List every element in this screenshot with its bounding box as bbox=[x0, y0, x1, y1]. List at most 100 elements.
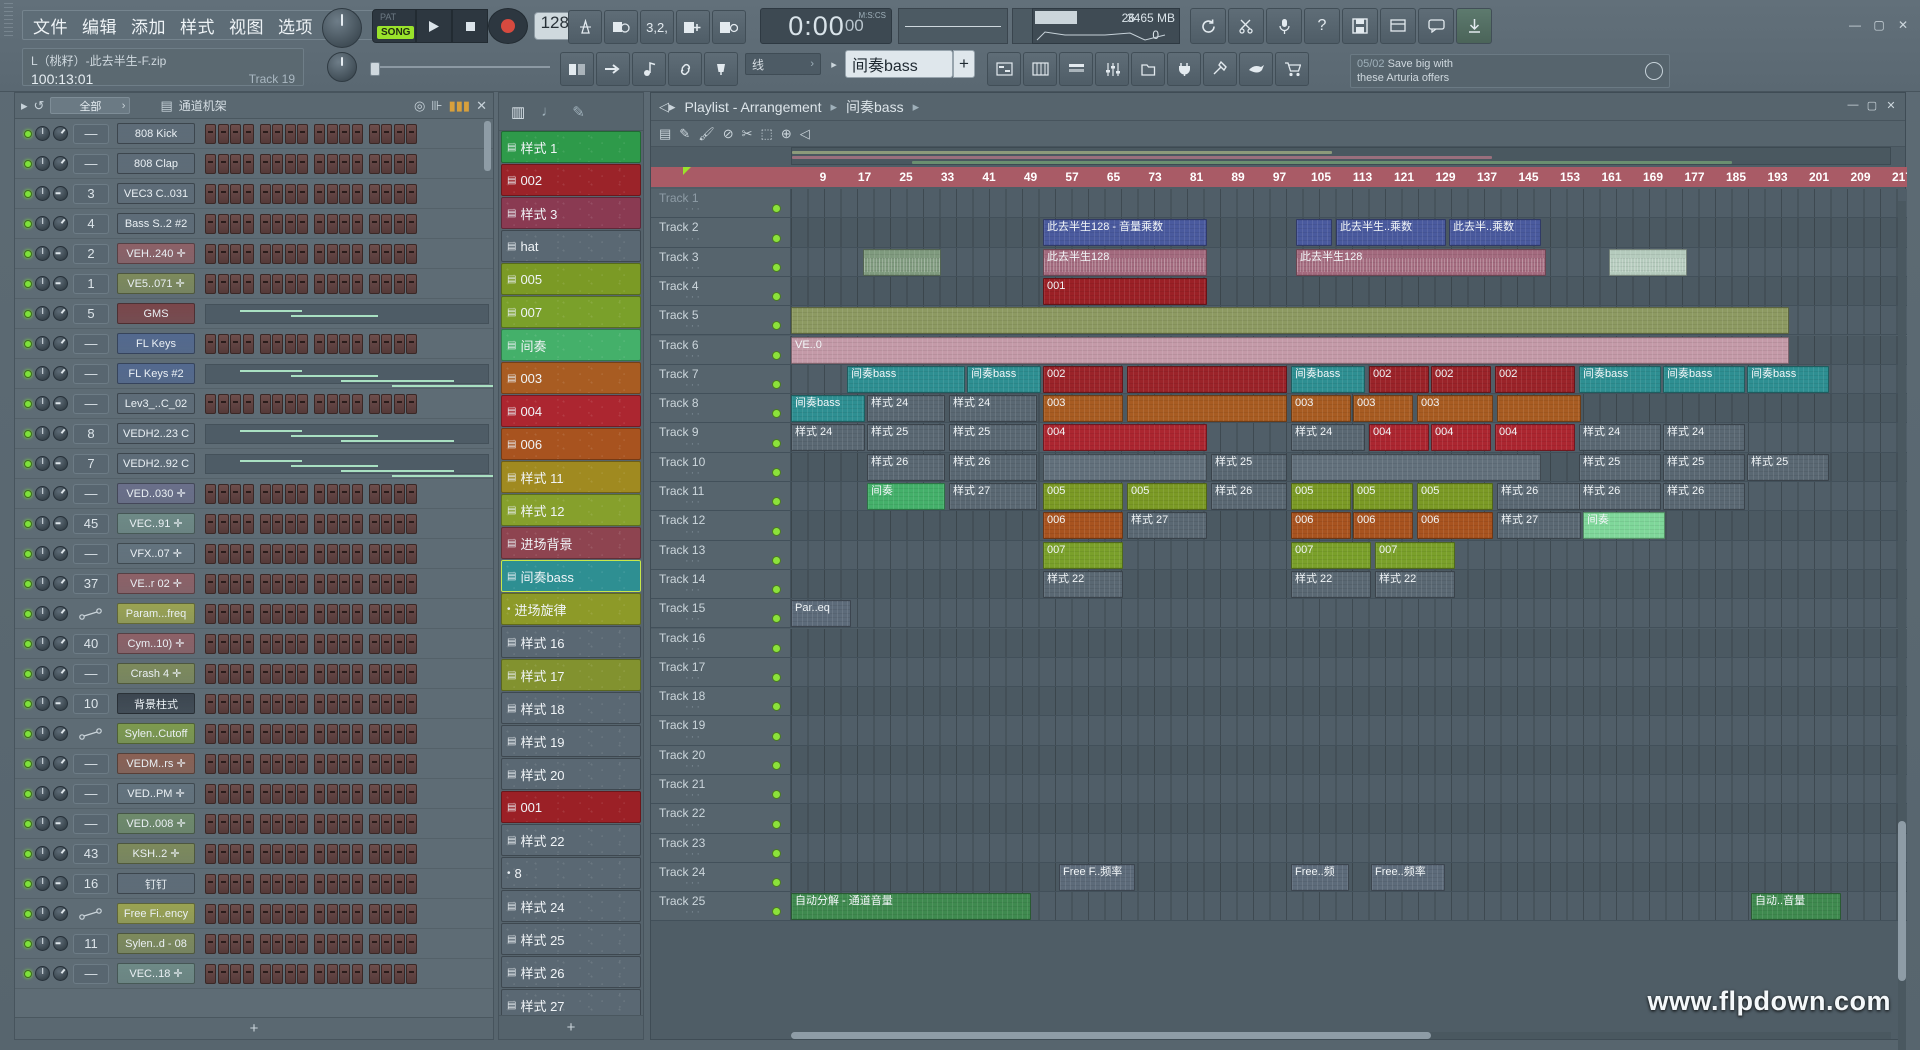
playlist-clip[interactable]: 004 bbox=[1431, 424, 1491, 452]
step-button[interactable] bbox=[339, 843, 350, 864]
step-button[interactable] bbox=[284, 153, 296, 174]
step-button[interactable] bbox=[314, 663, 325, 684]
channel-step-area[interactable] bbox=[205, 542, 489, 566]
step-button[interactable] bbox=[217, 633, 229, 654]
playlist-clip[interactable]: 006 bbox=[1043, 512, 1123, 540]
step-button[interactable] bbox=[284, 273, 296, 294]
channel-rack-window-button[interactable] bbox=[1059, 52, 1093, 86]
step-button[interactable] bbox=[351, 573, 363, 594]
step-button[interactable] bbox=[339, 543, 350, 564]
step-button[interactable] bbox=[205, 183, 216, 204]
step-button[interactable] bbox=[242, 573, 254, 594]
step-button[interactable] bbox=[297, 783, 308, 804]
step-button[interactable] bbox=[339, 753, 350, 774]
playlist-clip[interactable]: Free..频 bbox=[1291, 863, 1349, 891]
step-button[interactable] bbox=[230, 513, 241, 534]
step-button[interactable] bbox=[217, 873, 229, 894]
track-header[interactable]: Track 24 ··· bbox=[651, 862, 791, 892]
step-button[interactable] bbox=[297, 873, 308, 894]
step-button[interactable] bbox=[242, 963, 254, 984]
step-button[interactable] bbox=[314, 183, 325, 204]
playlist-clip[interactable]: 样式 24 bbox=[867, 395, 945, 423]
step-button[interactable] bbox=[314, 573, 325, 594]
step-button[interactable] bbox=[326, 753, 338, 774]
channel-mixer-slot[interactable]: 7 bbox=[73, 453, 109, 474]
menu-item-3[interactable]: 样式 bbox=[180, 13, 215, 38]
channel-row[interactable]: — VEC..18 ✛ bbox=[15, 959, 493, 989]
channel-volume-knob[interactable] bbox=[53, 516, 68, 531]
piano-roll-button[interactable] bbox=[560, 52, 594, 86]
track-enable-led[interactable] bbox=[772, 819, 781, 829]
track-enable-led[interactable] bbox=[772, 321, 781, 331]
step-button[interactable] bbox=[259, 933, 271, 954]
playlist-clip[interactable] bbox=[1291, 453, 1541, 481]
pl-select-icon[interactable]: ⬚ bbox=[761, 126, 773, 142]
step-button[interactable] bbox=[230, 873, 241, 894]
step-button[interactable] bbox=[205, 693, 216, 714]
channel-pan-knob[interactable] bbox=[35, 306, 50, 321]
channel-step-area[interactable] bbox=[205, 602, 489, 626]
step-button[interactable] bbox=[272, 873, 283, 894]
step-button[interactable] bbox=[393, 603, 405, 624]
step-button[interactable] bbox=[272, 513, 283, 534]
step-button[interactable] bbox=[406, 183, 417, 204]
step-button[interactable] bbox=[259, 693, 271, 714]
pl-menu-icon[interactable]: ▤ bbox=[659, 126, 671, 142]
step-button[interactable] bbox=[326, 543, 338, 564]
playlist-clip[interactable]: 005 bbox=[1417, 483, 1493, 510]
track-clip-area[interactable] bbox=[791, 745, 1907, 774]
pattern-item[interactable]: ▤ 004 bbox=[501, 395, 641, 427]
playlist-clip[interactable]: VE..0 bbox=[791, 336, 1789, 364]
channel-volume-knob[interactable] bbox=[53, 336, 68, 351]
step-button[interactable] bbox=[406, 603, 417, 624]
step-button[interactable] bbox=[351, 393, 363, 414]
channel-step-area[interactable] bbox=[205, 452, 493, 477]
pattern-item[interactable]: ▤ 样式 27 bbox=[501, 989, 641, 1015]
playlist-clip[interactable]: 此去半生..乘数 bbox=[1336, 219, 1446, 247]
step-button[interactable] bbox=[297, 543, 308, 564]
step-button[interactable] bbox=[368, 273, 380, 294]
step-button[interactable] bbox=[259, 573, 271, 594]
channel-enable-led[interactable] bbox=[24, 909, 32, 918]
current-pattern-field[interactable]: 间奏bass bbox=[845, 50, 953, 78]
pattern-item[interactable]: ▤ 003 bbox=[501, 362, 641, 394]
step-button[interactable] bbox=[326, 183, 338, 204]
channel-pan-knob[interactable] bbox=[35, 456, 50, 471]
track-header[interactable]: Track 18 ··· bbox=[651, 687, 791, 716]
channel-enable-led[interactable] bbox=[24, 339, 32, 348]
playlist-horizontal-scrollbar[interactable] bbox=[791, 1032, 1891, 1039]
channel-mixer-slot[interactable]: 1 bbox=[73, 273, 109, 294]
step-button[interactable] bbox=[339, 813, 350, 834]
step-button[interactable] bbox=[242, 513, 254, 534]
channel-volume-knob[interactable] bbox=[53, 366, 68, 381]
step-button[interactable] bbox=[326, 243, 338, 264]
channel-name-button[interactable]: GMS bbox=[117, 303, 195, 324]
track-header[interactable]: Track 11 ··· bbox=[651, 482, 791, 511]
step-button[interactable] bbox=[284, 213, 296, 234]
step-button[interactable] bbox=[314, 543, 325, 564]
step-button[interactable] bbox=[393, 393, 405, 414]
step-button[interactable] bbox=[393, 753, 405, 774]
step-button[interactable] bbox=[217, 573, 229, 594]
step-button[interactable] bbox=[297, 903, 308, 924]
track-header[interactable]: Track 22 ··· bbox=[651, 804, 791, 833]
step-button[interactable] bbox=[272, 483, 283, 504]
channel-volume-knob[interactable] bbox=[53, 846, 68, 861]
step-button[interactable] bbox=[259, 543, 271, 564]
channel-step-area[interactable] bbox=[205, 182, 489, 206]
channel-pan-knob[interactable] bbox=[35, 876, 50, 891]
channel-row[interactable]: — 808 Clap bbox=[15, 149, 493, 179]
step-button[interactable] bbox=[406, 873, 417, 894]
step-button[interactable] bbox=[351, 123, 363, 144]
channel-step-area[interactable] bbox=[205, 842, 489, 866]
channel-enable-led[interactable] bbox=[24, 159, 32, 168]
playlist-clip[interactable]: 005 bbox=[1043, 483, 1123, 510]
channel-volume-knob[interactable] bbox=[53, 726, 68, 741]
channel-name-button[interactable]: Sylen..Cutoff bbox=[117, 723, 195, 744]
step-button[interactable] bbox=[205, 393, 216, 414]
step-button[interactable] bbox=[272, 213, 283, 234]
cut-button[interactable] bbox=[1228, 8, 1264, 44]
step-button[interactable] bbox=[230, 903, 241, 924]
step-button[interactable] bbox=[339, 873, 350, 894]
step-button[interactable] bbox=[242, 633, 254, 654]
